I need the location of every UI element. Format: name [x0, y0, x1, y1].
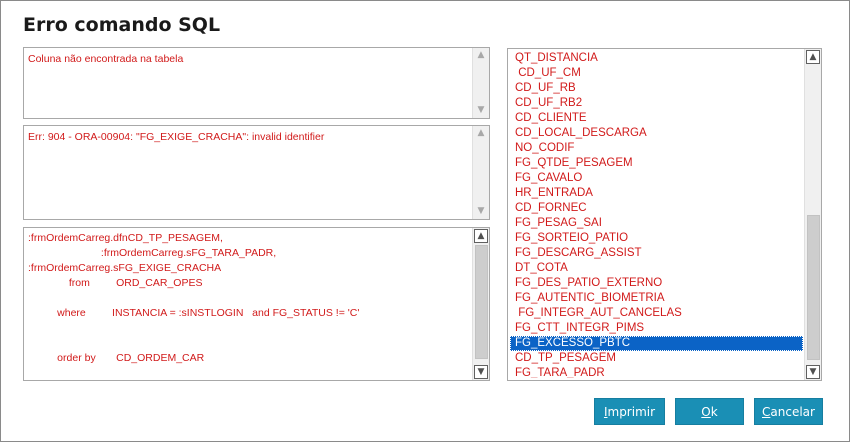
sql-command-memo[interactable]: :frmOrdemCarreg.dfnCD_TP_PESAGEM, :frmOr… — [23, 227, 490, 381]
error-message-scrollbar[interactable]: ▲ ▼ — [472, 48, 489, 118]
list-item[interactable]: FG_AUTENTIC_BIOMETRIA — [510, 291, 803, 306]
list-item[interactable]: NO_CODIF — [510, 141, 803, 156]
scroll-up-arrow-icon[interactable]: ▲ — [806, 50, 820, 64]
error-message-text: Coluna não encontrada na tabela — [28, 53, 184, 65]
list-item[interactable]: FG_INTEGR_AUT_CANCELAS — [510, 306, 803, 321]
list-item[interactable]: FG_CAVALO — [510, 171, 803, 186]
list-item[interactable]: FG_QTDE_PESAGEM — [510, 156, 803, 171]
scrollbar-thumb[interactable] — [475, 245, 488, 359]
field-list-items: QT_DISTANCIA CD_UF_CM CD_UF_RB CD_UF_RB2 CD… — [510, 51, 803, 378]
list-item[interactable]: FG_EXCESSO_PBTC — [510, 336, 803, 351]
scroll-up-arrow-icon[interactable]: ▲ — [473, 48, 489, 63]
list-item[interactable]: CD_TP_PESAGEM — [510, 351, 803, 366]
list-item[interactable]: QT_DISTANCIA — [510, 51, 803, 66]
list-item[interactable]: FG_DESCARG_ASSIST — [510, 246, 803, 261]
scroll-down-arrow-icon[interactable]: ▼ — [474, 365, 488, 379]
oracle-error-memo[interactable]: Err: 904 - ORA-00904: "FG_EXIGE_CRACHA":… — [23, 125, 490, 220]
scroll-up-arrow-icon[interactable]: ▲ — [474, 229, 488, 243]
list-item[interactable]: FG_CTT_INTEGR_PIMS — [510, 321, 803, 336]
list-item[interactable]: FG_DES_PATIO_EXTERNO — [510, 276, 803, 291]
dialog-title: Erro comando SQL — [23, 14, 221, 36]
list-item[interactable]: CD_FORNEC — [510, 201, 803, 216]
scroll-up-arrow-icon[interactable]: ▲ — [473, 126, 489, 141]
cancel-button[interactable]: Cancelar — [754, 398, 823, 425]
list-item[interactable]: CD_UF_CM — [510, 66, 803, 81]
list-item[interactable]: FG_SORTEIO_PATIO — [510, 231, 803, 246]
print-button-label: mprimir — [607, 405, 656, 419]
sql-command-text: :frmOrdemCarreg.dfnCD_TP_PESAGEM, :frmOr… — [28, 232, 360, 364]
field-list[interactable]: QT_DISTANCIA CD_UF_CM CD_UF_RB CD_UF_RB2 CD… — [507, 48, 822, 381]
scroll-down-arrow-icon[interactable]: ▼ — [473, 103, 489, 118]
print-button[interactable]: Imprimir — [594, 398, 665, 425]
scroll-down-arrow-icon[interactable]: ▼ — [806, 365, 820, 379]
list-item[interactable]: DT_COTA — [510, 261, 803, 276]
sql-command-scrollbar[interactable]: ▲ ▼ — [472, 228, 489, 380]
sql-error-dialog: Erro comando SQL Coluna não encontrada n… — [0, 0, 850, 442]
scroll-down-arrow-icon[interactable]: ▼ — [473, 204, 489, 219]
cancel-button-label: ancelar — [770, 405, 815, 419]
ok-button-label: k — [710, 405, 718, 419]
list-item[interactable]: CD_UF_RB2 — [510, 96, 803, 111]
oracle-error-text: Err: 904 - ORA-00904: "FG_EXIGE_CRACHA":… — [28, 131, 325, 143]
error-message-memo[interactable]: Coluna não encontrada na tabela ▲ ▼ — [23, 47, 490, 119]
list-item[interactable]: CD_CLIENTE — [510, 111, 803, 126]
scrollbar-thumb[interactable] — [807, 215, 820, 360]
ok-button-accel: O — [701, 405, 711, 419]
list-item[interactable]: FG_TARA_PADR — [510, 366, 803, 378]
oracle-error-scrollbar[interactable]: ▲ ▼ — [472, 126, 489, 219]
list-item[interactable]: HR_ENTRADA — [510, 186, 803, 201]
list-item[interactable]: FG_PESAG_SAI — [510, 216, 803, 231]
ok-button[interactable]: Ok — [675, 398, 744, 425]
list-item[interactable]: CD_LOCAL_DESCARGA — [510, 126, 803, 141]
list-item[interactable]: CD_UF_RB — [510, 81, 803, 96]
field-list-scrollbar[interactable]: ▲ ▼ — [804, 49, 821, 380]
